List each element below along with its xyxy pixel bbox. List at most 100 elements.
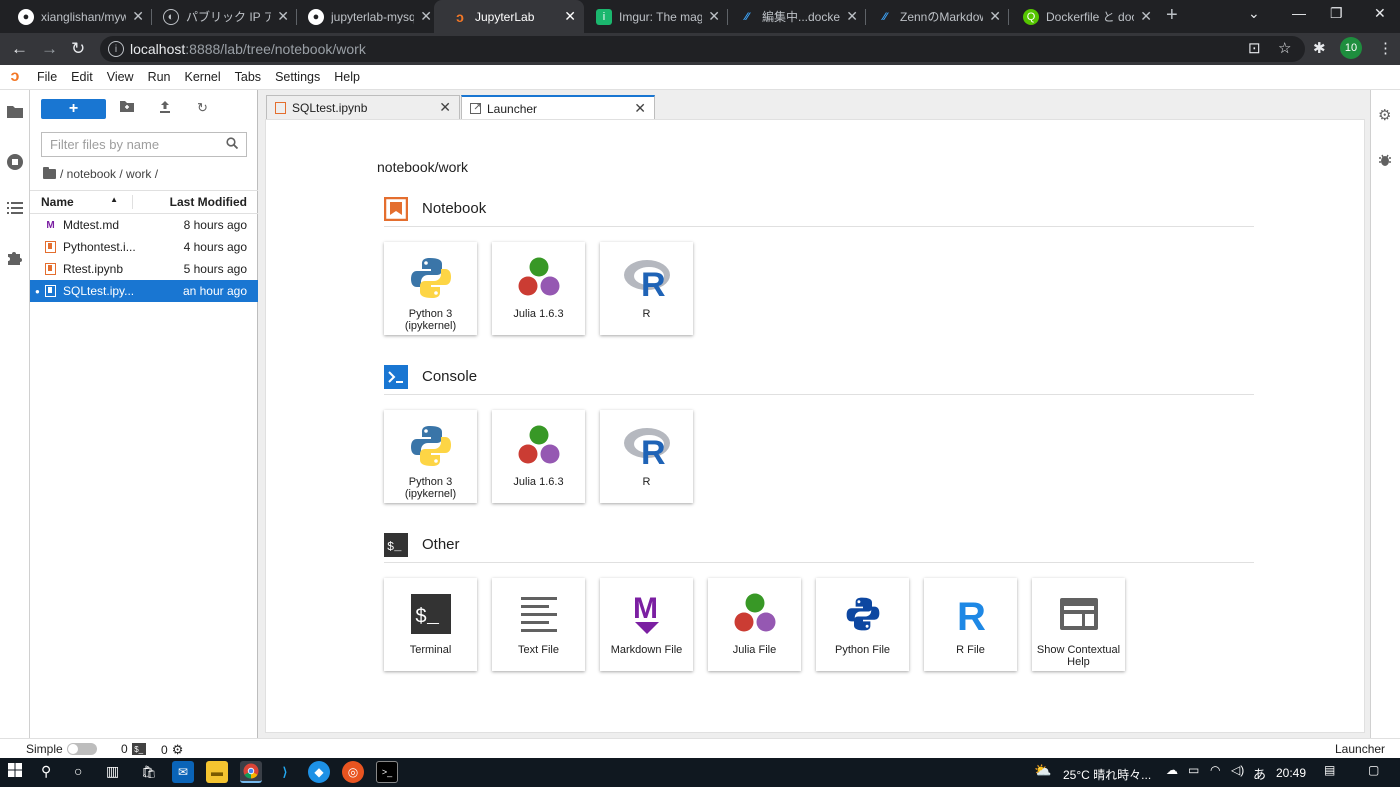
kernel-count[interactable]: 0 $_ — [121, 742, 146, 756]
table-of-contents-icon[interactable] — [6, 201, 24, 219]
folder-icon[interactable] — [6, 104, 24, 122]
reload-icon[interactable]: ↻ — [71, 39, 85, 59]
minimize-icon[interactable]: — — [1292, 5, 1306, 21]
store-icon[interactable]: 🛍 — [138, 761, 160, 783]
action-center-icon[interactable]: ▢ — [1368, 763, 1379, 777]
weather-text[interactable]: 25°C 晴れ時々... — [1063, 766, 1151, 783]
ubuntu-icon[interactable]: ◎ — [342, 761, 364, 783]
file-explorer-icon[interactable]: ▬ — [206, 761, 228, 783]
debugger-bug-icon[interactable] — [1378, 153, 1392, 171]
close-tab-icon[interactable]: ✕ — [708, 8, 720, 25]
launch-python-file[interactable]: Python File — [816, 578, 909, 671]
volume-icon[interactable]: ◁) — [1231, 763, 1244, 777]
url-field[interactable]: i localhost:8888/lab/tree/notebook/work — [100, 36, 1305, 62]
browser-tab[interactable]: ⁄⁄ ZennのMarkdown ✕ — [859, 0, 1009, 33]
task-view-icon[interactable]: ▥ — [106, 763, 119, 780]
terminal-count[interactable]: 0 ⚙ — [161, 742, 183, 758]
browser-tab[interactable]: i Imgur: The magic ✕ — [578, 0, 728, 33]
extension-puzzle-icon[interactable] — [6, 250, 24, 268]
browser-tab[interactable]: Q Dockerfile と dock ✕ — [1005, 0, 1160, 33]
translate-icon[interactable]: ⊡ — [1248, 39, 1261, 57]
launch-julia-file[interactable]: Julia File — [708, 578, 801, 671]
forward-icon[interactable]: → — [41, 39, 58, 59]
menu-kernel[interactable]: Kernel — [178, 70, 228, 84]
close-tab-icon[interactable]: ✕ — [564, 8, 576, 25]
menu-view[interactable]: View — [100, 70, 141, 84]
mail-icon[interactable]: ✉ — [172, 761, 194, 783]
terminal-app-icon[interactable]: >_ — [376, 761, 398, 783]
menu-edit[interactable]: Edit — [64, 70, 100, 84]
menu-run[interactable]: Run — [141, 70, 178, 84]
toggle-switch[interactable] — [66, 743, 97, 755]
chevron-down-icon[interactable]: ⌄ — [1248, 5, 1260, 22]
launch-python3-console[interactable]: Python 3 (ipykernel) — [384, 410, 477, 503]
doc-tab-sqltest[interactable]: SQLtest.ipynb ✕ — [266, 95, 460, 119]
file-row[interactable]: M Mdtest.md 8 hours ago — [30, 214, 258, 236]
browser-tab[interactable]: ⁄⁄ 編集中...dockerで ✕ — [721, 0, 866, 33]
info-icon[interactable]: i — [108, 41, 124, 57]
menu-file[interactable]: File — [30, 70, 64, 84]
wifi-icon[interactable]: ◠ — [1210, 763, 1220, 777]
file-row[interactable]: Rtest.ipynb 5 hours ago — [30, 258, 258, 280]
new-tab-icon[interactable]: + — [1166, 4, 1178, 27]
launch-julia-console[interactable]: Julia 1.6.3 — [492, 410, 585, 503]
launch-contextual-help[interactable]: Show Contextual Help — [1032, 578, 1125, 671]
close-tab-icon[interactable]: ✕ — [1140, 8, 1152, 25]
back-icon[interactable]: ← — [11, 39, 28, 59]
cortana-icon[interactable]: ○ — [74, 763, 82, 779]
file-row[interactable]: Pythontest.i... 4 hours ago — [30, 236, 258, 258]
close-icon[interactable]: ✕ — [634, 100, 646, 117]
battery-icon[interactable]: ▭ — [1188, 763, 1199, 777]
docker-icon[interactable]: ◆ — [308, 761, 330, 783]
onedrive-icon[interactable]: ☁ — [1166, 763, 1178, 777]
profile-avatar[interactable]: 10 — [1340, 37, 1362, 59]
filter-files-input[interactable] — [50, 137, 226, 152]
launch-markdown-file[interactable]: M Markdown File — [600, 578, 693, 671]
launch-r-notebook[interactable]: R R — [600, 242, 693, 335]
file-row-selected[interactable]: ● SQLtest.ipy... an hour ago — [30, 280, 258, 302]
notification-icon[interactable]: ▤ — [1324, 763, 1335, 777]
windows-start-icon[interactable] — [8, 763, 22, 780]
menu-settings[interactable]: Settings — [268, 70, 327, 84]
bookmark-star-icon[interactable]: ☆ — [1278, 39, 1291, 57]
browser-tab[interactable]: ● jupyterlab-mysql ✕ — [290, 0, 440, 33]
running-kernels-icon[interactable] — [6, 153, 24, 171]
browser-tab[interactable]: ● xianglishan/mywo ✕ — [0, 0, 152, 33]
search-icon[interactable]: ⚲ — [41, 763, 51, 780]
extensions-icon[interactable]: ✱ — [1313, 39, 1326, 57]
close-icon[interactable]: ✕ — [439, 99, 451, 116]
launch-r-console[interactable]: R R — [600, 410, 693, 503]
close-tab-icon[interactable]: ✕ — [846, 8, 858, 25]
close-tab-icon[interactable]: ✕ — [989, 8, 1001, 25]
browser-tab-active[interactable]: ͻ JupyterLab ✕ — [434, 0, 584, 33]
new-folder-icon[interactable] — [120, 100, 134, 115]
home-folder-icon[interactable] — [43, 167, 56, 179]
vscode-icon[interactable]: ⟩ — [274, 761, 296, 783]
column-modified-header[interactable]: Last Modified — [133, 195, 258, 209]
upload-icon[interactable] — [159, 100, 171, 116]
property-inspector-gears-icon[interactable]: ⚙ — [1378, 106, 1391, 124]
close-window-icon[interactable]: ✕ — [1374, 5, 1386, 22]
more-menu-icon[interactable]: ⋮ — [1378, 39, 1393, 57]
simple-mode-toggle[interactable]: Simple — [26, 742, 97, 756]
menu-help[interactable]: Help — [327, 70, 367, 84]
column-name-header[interactable]: Name ▲ — [30, 195, 133, 209]
launch-julia-notebook[interactable]: Julia 1.6.3 — [492, 242, 585, 335]
maximize-icon[interactable]: ❐ — [1330, 5, 1343, 22]
close-tab-icon[interactable]: ✕ — [132, 8, 144, 25]
refresh-icon[interactable]: ↻ — [197, 100, 208, 116]
breadcrumb-path[interactable]: / notebook / work / — [60, 167, 158, 181]
doc-tab-launcher[interactable]: Launcher ✕ — [461, 95, 655, 120]
ime-indicator[interactable]: あ — [1253, 764, 1266, 783]
close-tab-icon[interactable]: ✕ — [277, 8, 289, 25]
browser-tab[interactable]: ◐ パブリック IP アドレス ✕ — [145, 0, 297, 33]
close-tab-icon[interactable]: ✕ — [420, 8, 432, 25]
launch-python3-notebook[interactable]: Python 3 (ipykernel) — [384, 242, 477, 335]
launch-text-file[interactable]: Text File — [492, 578, 585, 671]
chrome-icon[interactable] — [240, 761, 262, 783]
clock[interactable]: 20:49 — [1276, 766, 1306, 780]
menu-tabs[interactable]: Tabs — [228, 70, 268, 84]
launch-r-file[interactable]: R R File — [924, 578, 1017, 671]
launch-terminal[interactable]: $_ Terminal — [384, 578, 477, 671]
weather-icon[interactable]: ⛅ — [1034, 762, 1051, 779]
